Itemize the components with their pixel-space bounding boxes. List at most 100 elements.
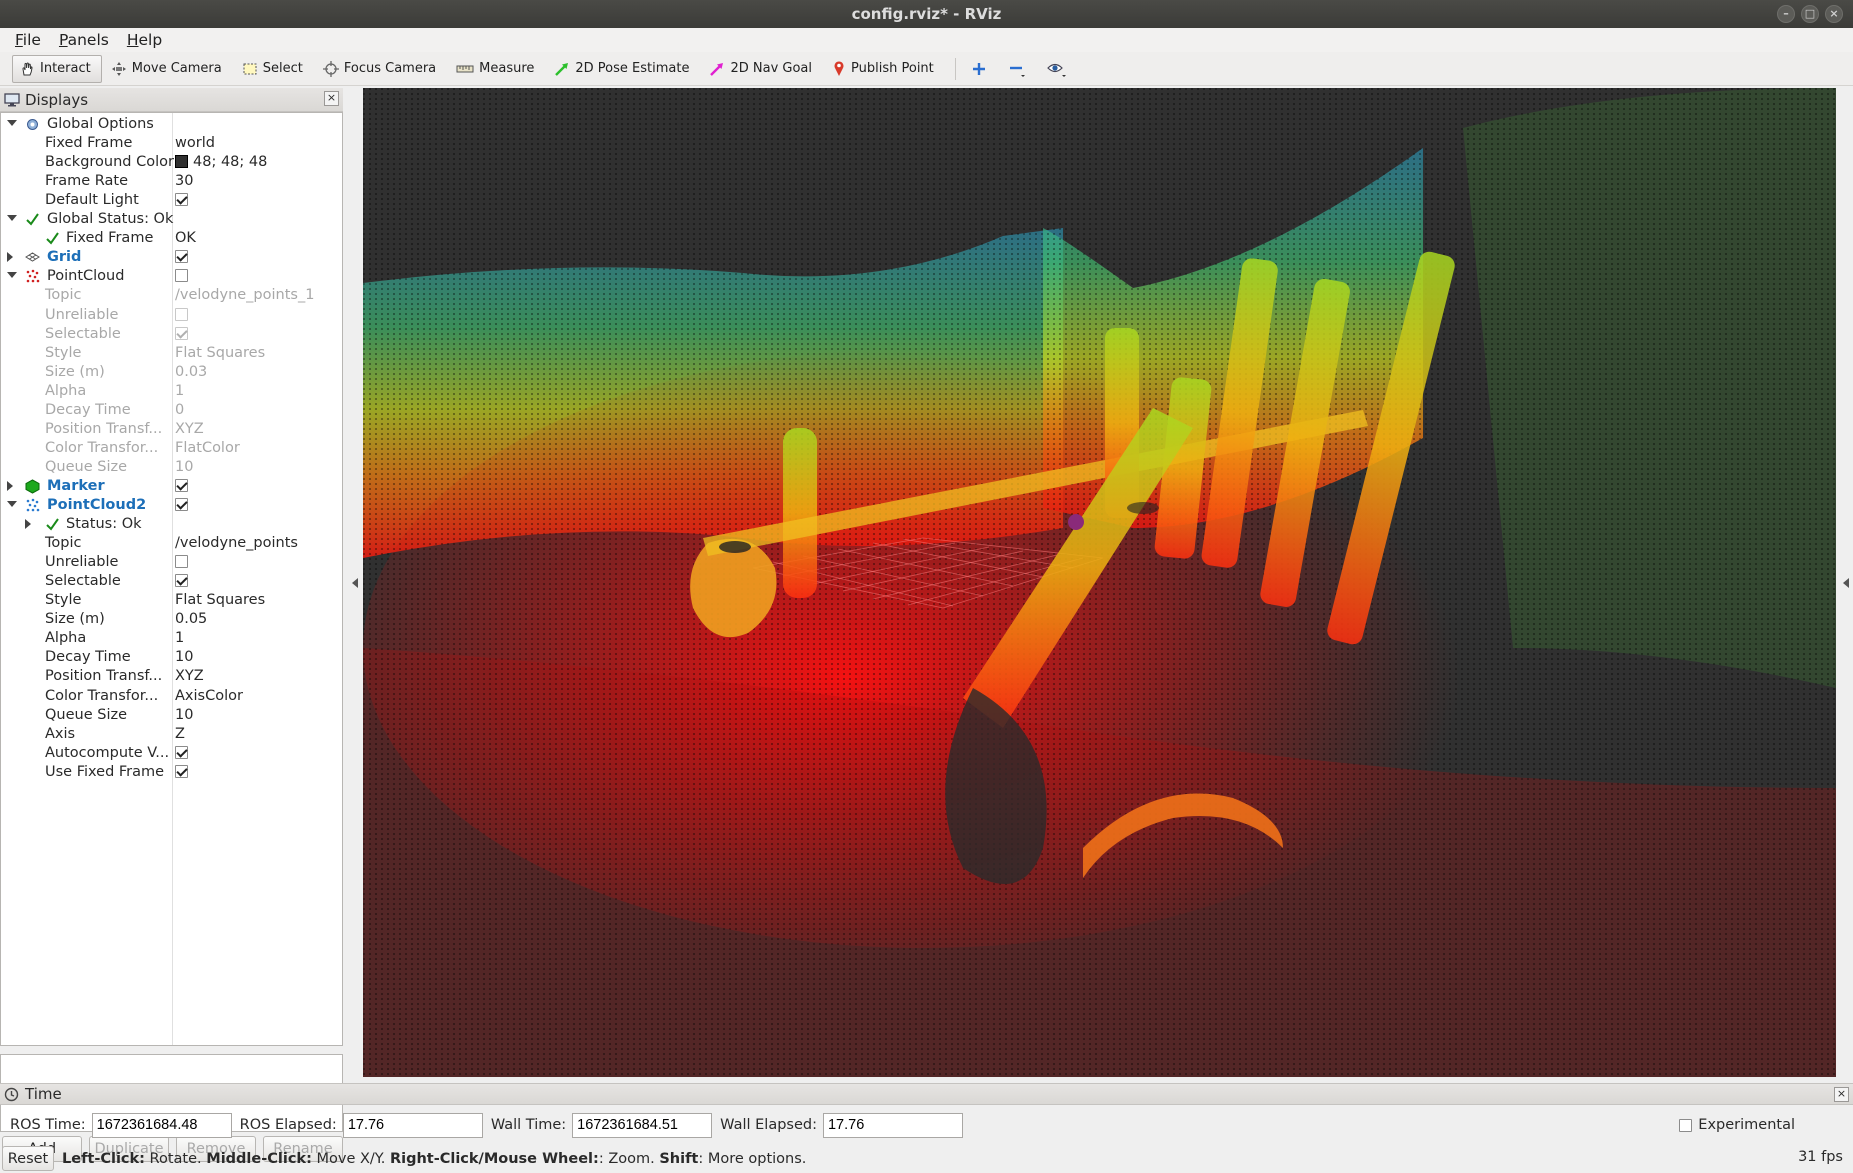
tool-2d-nav-goal[interactable]: 2D Nav Goal	[702, 55, 823, 83]
tree-row-autocompute-v[interactable]: Autocompute V...	[1, 744, 342, 763]
property-value[interactable]	[175, 763, 188, 782]
property-value[interactable]: Flat Squares	[175, 591, 265, 610]
tree-row-unreliable[interactable]: Unreliable	[1, 553, 342, 572]
property-checkbox[interactable]	[175, 478, 188, 492]
property-value[interactable]: 30	[175, 172, 193, 191]
property-value[interactable]	[175, 572, 188, 591]
property-value[interactable]: 10	[175, 706, 193, 725]
tree-row-alpha[interactable]: Alpha 1	[1, 382, 342, 401]
property-checkbox[interactable]	[175, 574, 188, 588]
tree-row-decay-time[interactable]: Decay Time 0	[1, 401, 342, 420]
collapsed-arrow-icon[interactable]	[7, 252, 13, 263]
tree-row-fixed-frame[interactable]: Fixed Frame OK	[1, 229, 342, 248]
property-value[interactable]: XYZ	[175, 667, 204, 686]
tree-row-fixed-frame[interactable]: Fixed Frame world	[1, 134, 342, 153]
tree-row-grid[interactable]: Grid	[1, 248, 342, 267]
close-icon[interactable]: ×	[1825, 5, 1843, 23]
tree-row-style[interactable]: Style Flat Squares	[1, 344, 342, 363]
maximize-icon[interactable]: □	[1801, 5, 1819, 23]
property-value[interactable]	[175, 477, 188, 496]
tree-row-size-m[interactable]: Size (m) 0.03	[1, 363, 342, 382]
tree-row-position-transf[interactable]: Position Transf... XYZ	[1, 667, 342, 686]
tree-row-unreliable[interactable]: Unreliable	[1, 306, 342, 325]
displays-tree[interactable]: Global Options Fixed Frame world Background…	[0, 112, 343, 1046]
expanded-arrow-icon[interactable]	[7, 120, 17, 126]
tree-row-color-transfor[interactable]: Color Transfor... AxisColor	[1, 687, 342, 706]
tree-row-pointcloud2[interactable]: PointCloud2	[1, 496, 342, 515]
menu-file[interactable]: File	[6, 31, 50, 49]
property-checkbox[interactable]	[175, 745, 188, 759]
tree-row-topic[interactable]: Topic/velodyne_points	[1, 534, 342, 553]
tree-row-color-transfor[interactable]: Color Transfor... FlatColor	[1, 439, 342, 458]
3d-viewport[interactable]	[363, 88, 1836, 1077]
property-value[interactable]	[175, 744, 188, 763]
tool-measure[interactable]: Measure	[449, 55, 545, 83]
experimental-checkbox[interactable]	[1679, 1118, 1693, 1132]
tree-row-queue-size[interactable]: Queue Size 10	[1, 706, 342, 725]
property-checkbox[interactable]	[175, 764, 188, 778]
tree-row-topic[interactable]: Topic/velodyne_points_1	[1, 286, 342, 305]
property-value[interactable]: 0.03	[175, 363, 207, 382]
property-value[interactable]	[175, 267, 188, 286]
tree-row-alpha[interactable]: Alpha 1	[1, 629, 342, 648]
experimental-toggle[interactable]: Experimental	[1679, 1117, 1795, 1133]
tree-row-global-options[interactable]: Global Options	[1, 115, 342, 134]
property-value[interactable]: world	[175, 134, 215, 153]
expanded-arrow-icon[interactable]	[7, 272, 17, 279]
ros-time-field[interactable]	[91, 1112, 232, 1138]
minimize-icon[interactable]: –	[1777, 5, 1795, 23]
property-value[interactable]: AxisColor	[175, 687, 243, 706]
collapsed-arrow-icon[interactable]	[7, 480, 13, 491]
property-checkbox[interactable]	[175, 307, 188, 321]
reset-button[interactable]: Reset	[2, 1146, 54, 1171]
tree-row-decay-time[interactable]: Decay Time 10	[1, 648, 342, 667]
property-value[interactable]	[175, 325, 188, 344]
tree-row-size-m[interactable]: Size (m) 0.05	[1, 610, 342, 629]
tree-row-queue-size[interactable]: Queue Size 10	[1, 458, 342, 477]
property-value[interactable]: 48; 48; 48	[175, 153, 267, 172]
property-value[interactable]: 1	[175, 629, 184, 648]
expanded-arrow-icon[interactable]	[7, 501, 17, 507]
tree-row-selectable[interactable]: Selectable	[1, 572, 342, 591]
tree-row-default-light[interactable]: Default Light	[1, 191, 342, 210]
tree-row-frame-rate[interactable]: Frame Rate 30	[1, 172, 342, 191]
tool-select[interactable]: Select	[235, 55, 314, 83]
property-value[interactable]: Flat Squares	[175, 344, 265, 363]
tree-row-status-ok[interactable]: Status: Ok	[1, 515, 342, 534]
wall-time-field[interactable]	[572, 1112, 713, 1138]
property-checkbox[interactable]	[175, 326, 188, 340]
tool-focus-camera[interactable]: Focus Camera	[316, 55, 447, 83]
property-value[interactable]: FlatColor	[175, 439, 240, 458]
ros-elapsed-field[interactable]	[342, 1112, 483, 1138]
tree-row-style[interactable]: Style Flat Squares	[1, 591, 342, 610]
tool-2d-pose-estimate[interactable]: 2D Pose Estimate	[547, 55, 700, 83]
tree-row-marker[interactable]: Marker	[1, 477, 342, 496]
property-value[interactable]: /velodyne_points_1	[175, 286, 314, 305]
property-value[interactable]: 10	[175, 458, 193, 477]
eye-icon[interactable]	[1040, 55, 1079, 83]
property-value[interactable]	[175, 191, 188, 210]
tree-row-selectable[interactable]: Selectable	[1, 325, 342, 344]
property-value[interactable]	[175, 553, 188, 572]
color-swatch[interactable]	[175, 155, 188, 169]
expanded-arrow-icon[interactable]	[7, 215, 17, 222]
tool-interact[interactable]: Interact	[12, 54, 102, 83]
property-value[interactable]	[175, 496, 188, 515]
property-value[interactable]: 1	[175, 382, 184, 401]
property-checkbox[interactable]	[175, 498, 188, 511]
property-value[interactable]	[175, 306, 188, 325]
tree-row-global-status-ok[interactable]: Global Status: Ok	[1, 210, 342, 229]
property-checkbox[interactable]	[175, 269, 188, 283]
displays-close-icon[interactable]: ×	[324, 91, 339, 106]
property-value[interactable]: XYZ	[175, 420, 204, 439]
left-splitter-handle[interactable]	[352, 578, 358, 588]
property-value[interactable]: 0.05	[175, 610, 207, 629]
tree-row-use-fixed-frame[interactable]: Use Fixed Frame	[1, 763, 342, 782]
collapsed-arrow-icon[interactable]	[25, 519, 31, 530]
tool-publish-point[interactable]: Publish Point	[825, 55, 945, 83]
wall-elapsed-field[interactable]	[822, 1112, 963, 1138]
right-splitter-handle[interactable]	[1843, 578, 1849, 588]
property-value[interactable]: Z	[175, 725, 185, 744]
tree-row-pointcloud[interactable]: PointCloud	[1, 267, 342, 286]
tool-move-camera[interactable]: Move Camera	[104, 55, 233, 83]
